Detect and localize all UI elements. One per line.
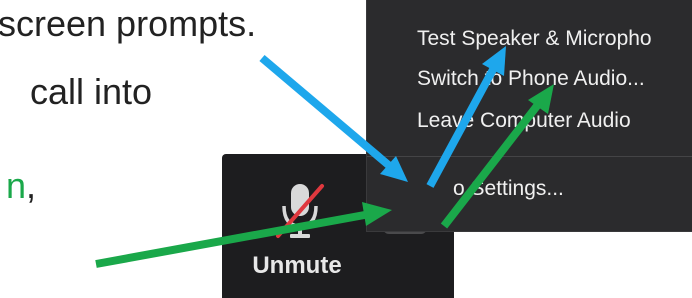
instruction-text-line-2: call into: [30, 71, 153, 112]
instruction-text-comma: ,: [26, 165, 37, 206]
instruction-text-line-3: n,: [6, 166, 36, 206]
menu-item-test-speaker-microphone[interactable]: Test Speaker & Micropho: [417, 26, 652, 52]
screenshot-stage: screen prompts. call into n, Unmute Test…: [0, 0, 692, 298]
unmute-label: Unmute: [252, 252, 342, 279]
microphone-muted-icon: [274, 180, 326, 242]
menu-divider: [367, 156, 692, 157]
unmute-button[interactable]: Unmute: [222, 154, 372, 298]
menu-item-audio-settings[interactable]: o Settings...: [453, 176, 564, 202]
menu-item-switch-to-phone-audio[interactable]: Switch to Phone Audio...: [417, 66, 645, 92]
menu-item-leave-computer-audio[interactable]: Leave Computer Audio: [417, 108, 631, 134]
instruction-text-green: n: [6, 165, 27, 206]
instruction-text-line-1: screen prompts.: [0, 3, 257, 44]
audio-options-menu: Test Speaker & Micropho Switch to Phone …: [366, 0, 692, 232]
